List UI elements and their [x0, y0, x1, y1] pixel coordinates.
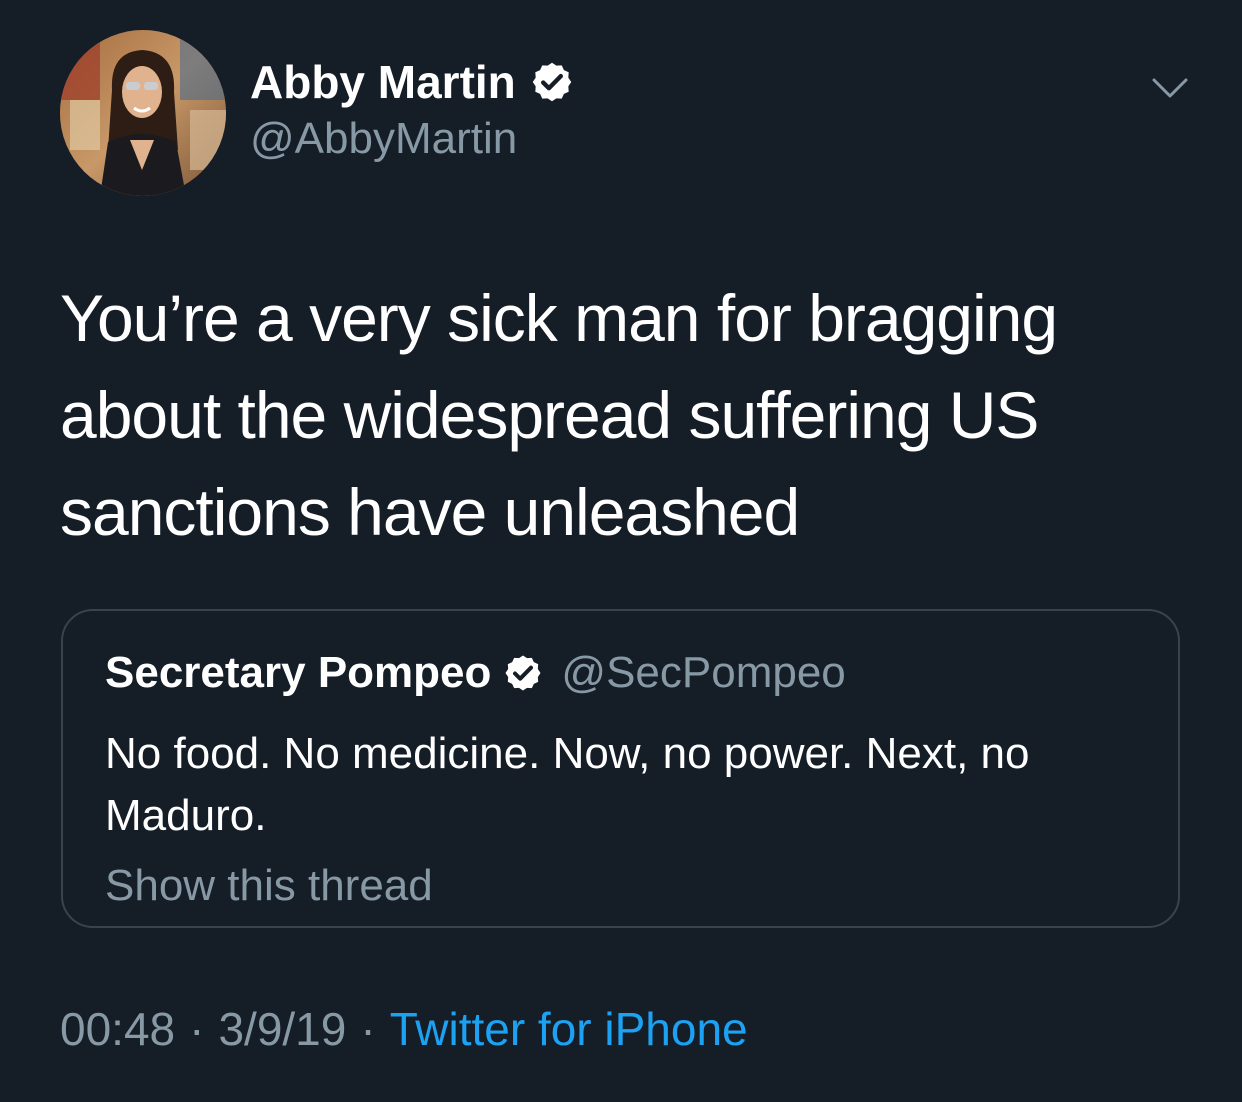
quoted-author-display-name: Secretary Pompeo — [105, 648, 492, 697]
meta-separator: · — [189, 1003, 205, 1055]
quoted-tweet-text: No food. No medicine. Now, no power. Nex… — [105, 729, 1030, 840]
avatar[interactable] — [60, 30, 226, 196]
show-thread-link[interactable]: Show this thread — [105, 861, 433, 911]
chevron-down-icon[interactable] — [1150, 74, 1190, 104]
verified-badge-icon — [530, 60, 574, 104]
author-handle[interactable]: @AbbyMartin — [250, 114, 517, 164]
avatar-photo — [60, 30, 226, 196]
quoted-author-handle: @SecPompeo — [561, 648, 846, 697]
verified-badge-icon — [503, 653, 543, 693]
tweet-time: 00:48 — [60, 1003, 176, 1055]
tweet-meta: 00:48 · 3/9/19 · Twitter for iPhone — [60, 1002, 748, 1056]
author-name-row[interactable]: Abby Martin — [250, 54, 574, 110]
tweet-date: 3/9/19 — [218, 1003, 347, 1055]
tweet-text: You’re a very sick man for bragging abou… — [60, 281, 1058, 549]
meta-separator: · — [360, 1003, 376, 1055]
tweet-source-link[interactable]: Twitter for iPhone — [390, 1002, 748, 1056]
quoted-tweet-card[interactable]: Secretary Pompeo @SecPompeo No food. No … — [61, 609, 1180, 928]
author-display-name[interactable]: Abby Martin — [250, 55, 516, 109]
tweet-detail: Abby Martin @AbbyMartin You’re a very si… — [0, 0, 1242, 1102]
quoted-tweet-header: Secretary Pompeo @SecPompeo — [105, 645, 846, 701]
